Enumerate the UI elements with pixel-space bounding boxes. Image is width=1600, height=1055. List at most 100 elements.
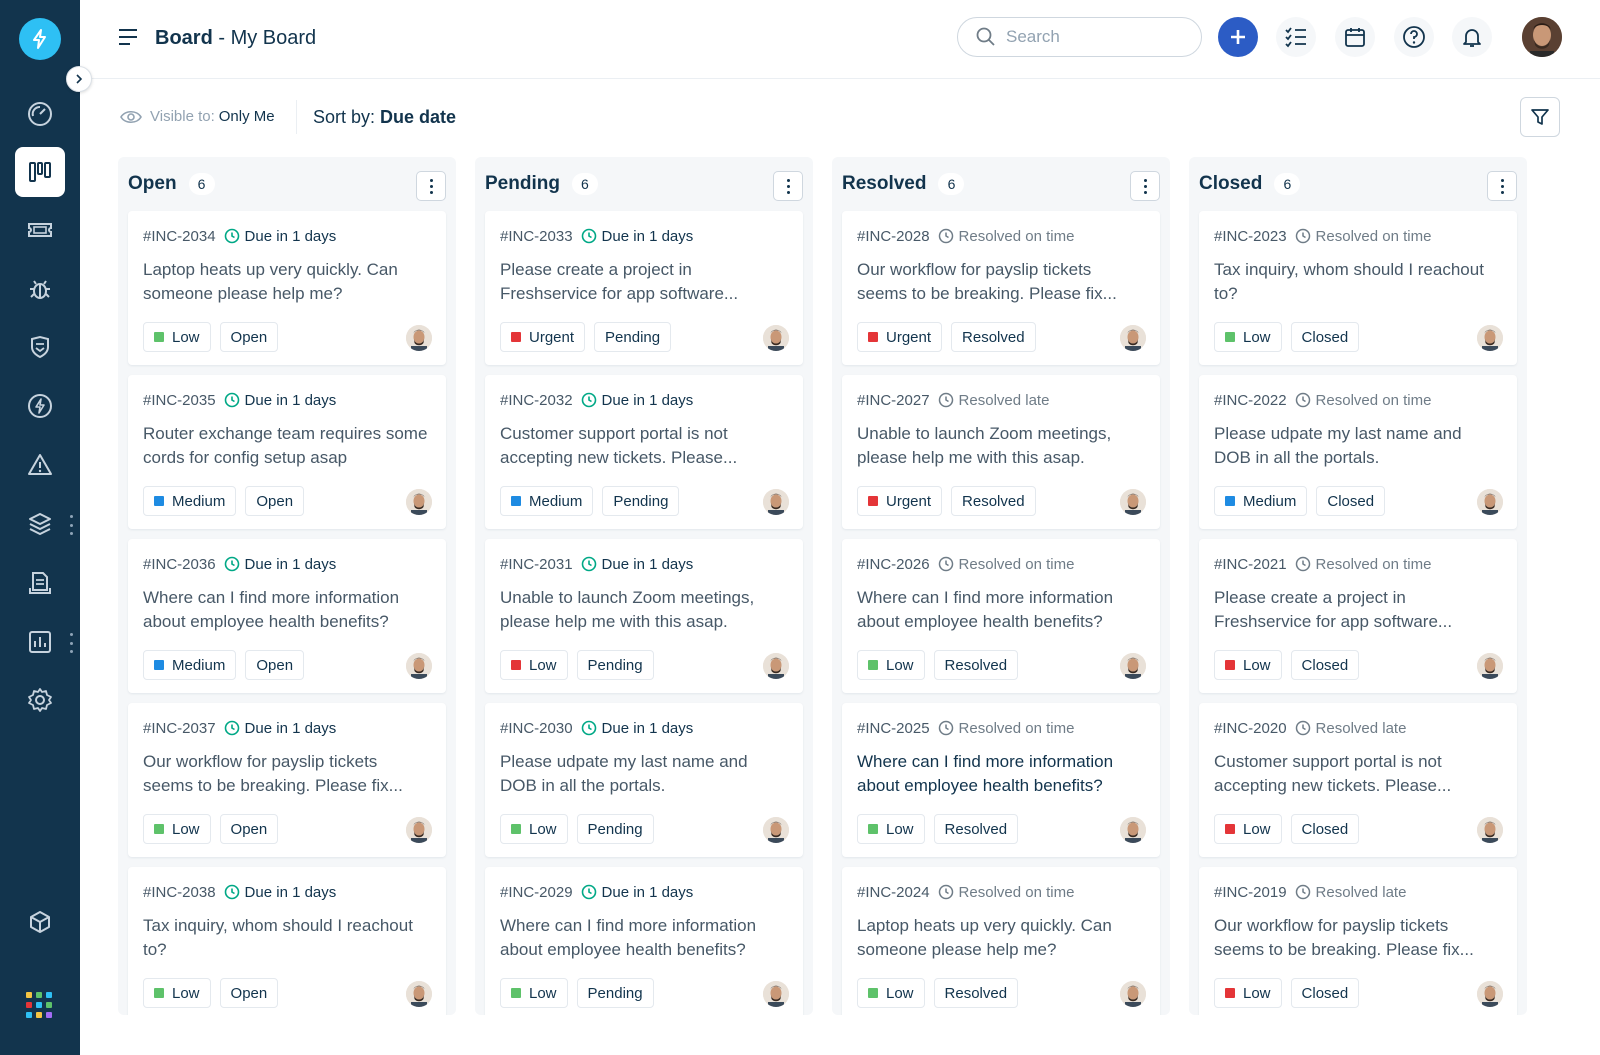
status-tag[interactable]: Pending bbox=[576, 814, 654, 844]
column-menu-button[interactable] bbox=[416, 171, 446, 201]
ticket-id[interactable]: #INC-2025 bbox=[857, 720, 930, 737]
priority-tag[interactable]: Low bbox=[857, 978, 925, 1008]
status-tag[interactable]: Closed bbox=[1290, 650, 1360, 680]
ticket-card[interactable]: #INC-2025 Resolved on time Where can I fin… bbox=[842, 703, 1160, 857]
priority-tag[interactable]: Low bbox=[143, 978, 211, 1008]
ticket-subject[interactable]: Laptop heats up very quickly. Can someon… bbox=[143, 258, 431, 306]
todo-button[interactable] bbox=[1276, 17, 1316, 57]
add-button[interactable] bbox=[1218, 17, 1258, 57]
ticket-subject[interactable]: Our workflow for payslip tickets seems t… bbox=[857, 258, 1145, 306]
sidebar-item-tickets[interactable] bbox=[15, 205, 65, 255]
visibility-info[interactable]: Visible to: Only Me bbox=[120, 108, 275, 125]
priority-tag[interactable]: Urgent bbox=[500, 322, 586, 352]
assets-more-icon[interactable] bbox=[69, 515, 73, 535]
ticket-subject[interactable]: Please create a project in Freshservice … bbox=[1214, 586, 1502, 634]
ticket-subject[interactable]: Our workflow for payslip tickets seems t… bbox=[1214, 914, 1502, 962]
ticket-id[interactable]: #INC-2038 bbox=[143, 884, 216, 901]
ticket-card[interactable]: #INC-2023 Resolved on time Tax inquiry, wh… bbox=[1199, 211, 1517, 365]
ticket-card[interactable]: #INC-2029 Due in 1 days Where can I find m… bbox=[485, 867, 803, 1015]
ticket-card[interactable]: #INC-2020 Resolved late Customer support p… bbox=[1199, 703, 1517, 857]
sort-dropdown[interactable]: Sort by: Due date bbox=[313, 107, 456, 128]
status-tag[interactable]: Resolved bbox=[933, 650, 1019, 680]
ticket-subject[interactable]: Please udpate my last name and DOB in al… bbox=[1214, 422, 1502, 470]
agent-avatar[interactable] bbox=[406, 489, 432, 515]
status-tag[interactable]: Pending bbox=[602, 486, 680, 516]
sidebar-item-alerts[interactable] bbox=[15, 440, 65, 490]
search-box[interactable] bbox=[957, 17, 1202, 57]
ticket-subject[interactable]: Tax inquiry, whom should I reachout to? bbox=[1214, 258, 1502, 306]
priority-tag[interactable]: Urgent bbox=[857, 322, 943, 352]
agent-avatar[interactable] bbox=[406, 653, 432, 679]
ticket-id[interactable]: #INC-2032 bbox=[500, 392, 573, 409]
user-avatar[interactable] bbox=[1522, 17, 1562, 57]
ticket-subject[interactable]: Router exchange team requires some cords… bbox=[143, 422, 431, 470]
sidebar-item-reports[interactable] bbox=[15, 617, 65, 667]
ticket-card[interactable]: #INC-2032 Due in 1 days Customer support p… bbox=[485, 375, 803, 529]
agent-avatar[interactable] bbox=[763, 653, 789, 679]
ticket-id[interactable]: #INC-2030 bbox=[500, 720, 573, 737]
priority-tag[interactable]: Low bbox=[143, 814, 211, 844]
status-tag[interactable]: Resolved bbox=[933, 978, 1019, 1008]
ticket-card[interactable]: #INC-2035 Due in 1 days Router exchange te… bbox=[128, 375, 446, 529]
ticket-id[interactable]: #INC-2027 bbox=[857, 392, 930, 409]
sidebar-item-problems[interactable] bbox=[15, 264, 65, 314]
priority-tag[interactable]: Low bbox=[1214, 814, 1282, 844]
ticket-id[interactable]: #INC-2023 bbox=[1214, 228, 1287, 245]
priority-tag[interactable]: Low bbox=[1214, 650, 1282, 680]
sidebar-item-dashboard[interactable] bbox=[15, 89, 65, 139]
ticket-subject[interactable]: Our workflow for payslip tickets seems t… bbox=[143, 750, 431, 798]
calendar-button[interactable] bbox=[1335, 17, 1375, 57]
filter-button[interactable] bbox=[1520, 97, 1560, 137]
column-menu-button[interactable] bbox=[1130, 171, 1160, 201]
ticket-card[interactable]: #INC-2019 Resolved late Our workflow for p… bbox=[1199, 867, 1517, 1015]
agent-avatar[interactable] bbox=[406, 325, 432, 351]
ticket-card[interactable]: #INC-2026 Resolved on time Where can I fin… bbox=[842, 539, 1160, 693]
agent-avatar[interactable] bbox=[763, 817, 789, 843]
ticket-subject[interactable]: Unable to launch Zoom meetings, please h… bbox=[857, 422, 1145, 470]
ticket-subject[interactable]: Customer support portal is not accepting… bbox=[1214, 750, 1502, 798]
ticket-id[interactable]: #INC-2028 bbox=[857, 228, 930, 245]
agent-avatar[interactable] bbox=[1120, 489, 1146, 515]
ticket-card[interactable]: #INC-2037 Due in 1 days Our workflow for p… bbox=[128, 703, 446, 857]
status-tag[interactable]: Open bbox=[245, 486, 305, 516]
ticket-card[interactable]: #INC-2024 Resolved on time Laptop heats up… bbox=[842, 867, 1160, 1015]
ticket-subject[interactable]: Laptop heats up very quickly. Can someon… bbox=[857, 914, 1145, 962]
priority-tag[interactable]: Low bbox=[500, 814, 568, 844]
ticket-id[interactable]: #INC-2024 bbox=[857, 884, 930, 901]
ticket-id[interactable]: #INC-2035 bbox=[143, 392, 216, 409]
ticket-card[interactable]: #INC-2027 Resolved late Unable to launch Z… bbox=[842, 375, 1160, 529]
ticket-card[interactable]: #INC-2030 Due in 1 days Please udpate my l… bbox=[485, 703, 803, 857]
ticket-id[interactable]: #INC-2020 bbox=[1214, 720, 1287, 737]
ticket-card[interactable]: #INC-2028 Resolved on time Our workflow fo… bbox=[842, 211, 1160, 365]
ticket-id[interactable]: #INC-2022 bbox=[1214, 392, 1287, 409]
status-tag[interactable]: Open bbox=[219, 322, 279, 352]
ticket-id[interactable]: #INC-2031 bbox=[500, 556, 573, 573]
priority-tag[interactable]: Low bbox=[1214, 322, 1282, 352]
ticket-card[interactable]: #INC-2038 Due in 1 days Tax inquiry, whom … bbox=[128, 867, 446, 1015]
sidebar-item-marketplace[interactable] bbox=[15, 897, 65, 947]
ticket-subject[interactable]: Please udpate my last name and DOB in al… bbox=[500, 750, 788, 798]
priority-tag[interactable]: Low bbox=[500, 978, 568, 1008]
agent-avatar[interactable] bbox=[406, 981, 432, 1007]
sidebar-item-solutions[interactable] bbox=[15, 558, 65, 608]
agent-avatar[interactable] bbox=[763, 981, 789, 1007]
agent-avatar[interactable] bbox=[406, 817, 432, 843]
status-tag[interactable]: Open bbox=[219, 814, 279, 844]
ticket-subject[interactable]: Where can I find more information about … bbox=[857, 586, 1145, 634]
ticket-subject[interactable]: Unable to launch Zoom meetings, please h… bbox=[500, 586, 788, 634]
status-tag[interactable]: Open bbox=[245, 650, 305, 680]
status-tag[interactable]: Pending bbox=[576, 650, 654, 680]
status-tag[interactable]: Resolved bbox=[951, 322, 1036, 352]
agent-avatar[interactable] bbox=[1477, 489, 1503, 515]
agent-avatar[interactable] bbox=[763, 325, 789, 351]
ticket-card[interactable]: #INC-2021 Resolved on time Please create a… bbox=[1199, 539, 1517, 693]
ticket-card[interactable]: #INC-2022 Resolved on time Please udpate m… bbox=[1199, 375, 1517, 529]
status-tag[interactable]: Resolved bbox=[951, 486, 1036, 516]
priority-tag[interactable]: Low bbox=[500, 650, 568, 680]
sidebar-item-admin[interactable] bbox=[15, 675, 65, 725]
agent-avatar[interactable] bbox=[1477, 817, 1503, 843]
priority-tag[interactable]: Low bbox=[857, 650, 925, 680]
ticket-subject[interactable]: Where can I find more information about … bbox=[500, 914, 788, 962]
ticket-id[interactable]: #INC-2026 bbox=[857, 556, 930, 573]
status-tag[interactable]: Pending bbox=[594, 322, 672, 352]
